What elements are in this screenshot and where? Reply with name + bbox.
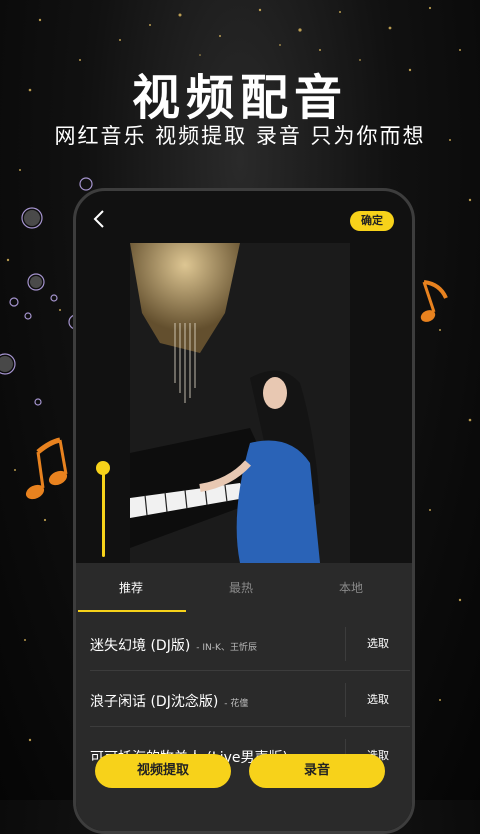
divider [90,670,410,671]
tab-hottest[interactable]: 最热 [186,563,296,613]
divider [90,726,410,727]
song-title: 迷失幻境 (DJ版) - IN-K、王忻辰 [90,638,257,654]
slider-track [102,469,105,557]
subheadline: 网红音乐 视频提取 录音 只为你而想 [54,124,426,148]
tab-local[interactable]: 本地 [296,563,406,613]
record-button[interactable]: 录音 [249,754,385,788]
volume-slider[interactable] [96,461,110,557]
video-extract-button[interactable]: 视频提取 [95,754,231,788]
song-title: 浪子闲话 (DJ沈念版) - 花僮 [90,694,249,710]
song-artist: - IN-K、王忻辰 [196,643,257,653]
confirm-button[interactable]: 确定 [350,211,394,231]
song-row[interactable]: 迷失幻境 (DJ版) - IN-K、王忻辰 选取 [76,617,412,671]
select-song-button[interactable]: 选取 [345,683,410,717]
back-button[interactable] [90,209,110,229]
headline: 视频配音 [131,70,348,126]
phone-mockup: 确定 推荐 最热 本地 迷失幻境 (DJ版) - IN-K、王忻辰 选取 浪子闲… [73,188,415,834]
song-row[interactable]: 浪子闲话 (DJ沈念版) - 花僮 选取 [76,673,412,727]
music-panel: 推荐 最热 本地 迷失幻境 (DJ版) - IN-K、王忻辰 选取 浪子闲话 (D… [76,563,412,831]
select-song-button[interactable]: 选取 [345,627,410,661]
video-frame-image [130,243,350,563]
tab-recommended[interactable]: 推荐 [76,563,186,613]
slider-handle[interactable] [96,461,110,475]
tab-bar: 推荐 最热 本地 [76,563,412,613]
active-tab-indicator [78,610,186,612]
chevron-left-icon [93,210,104,228]
song-artist: - 花僮 [224,699,249,709]
video-preview[interactable] [130,243,350,563]
